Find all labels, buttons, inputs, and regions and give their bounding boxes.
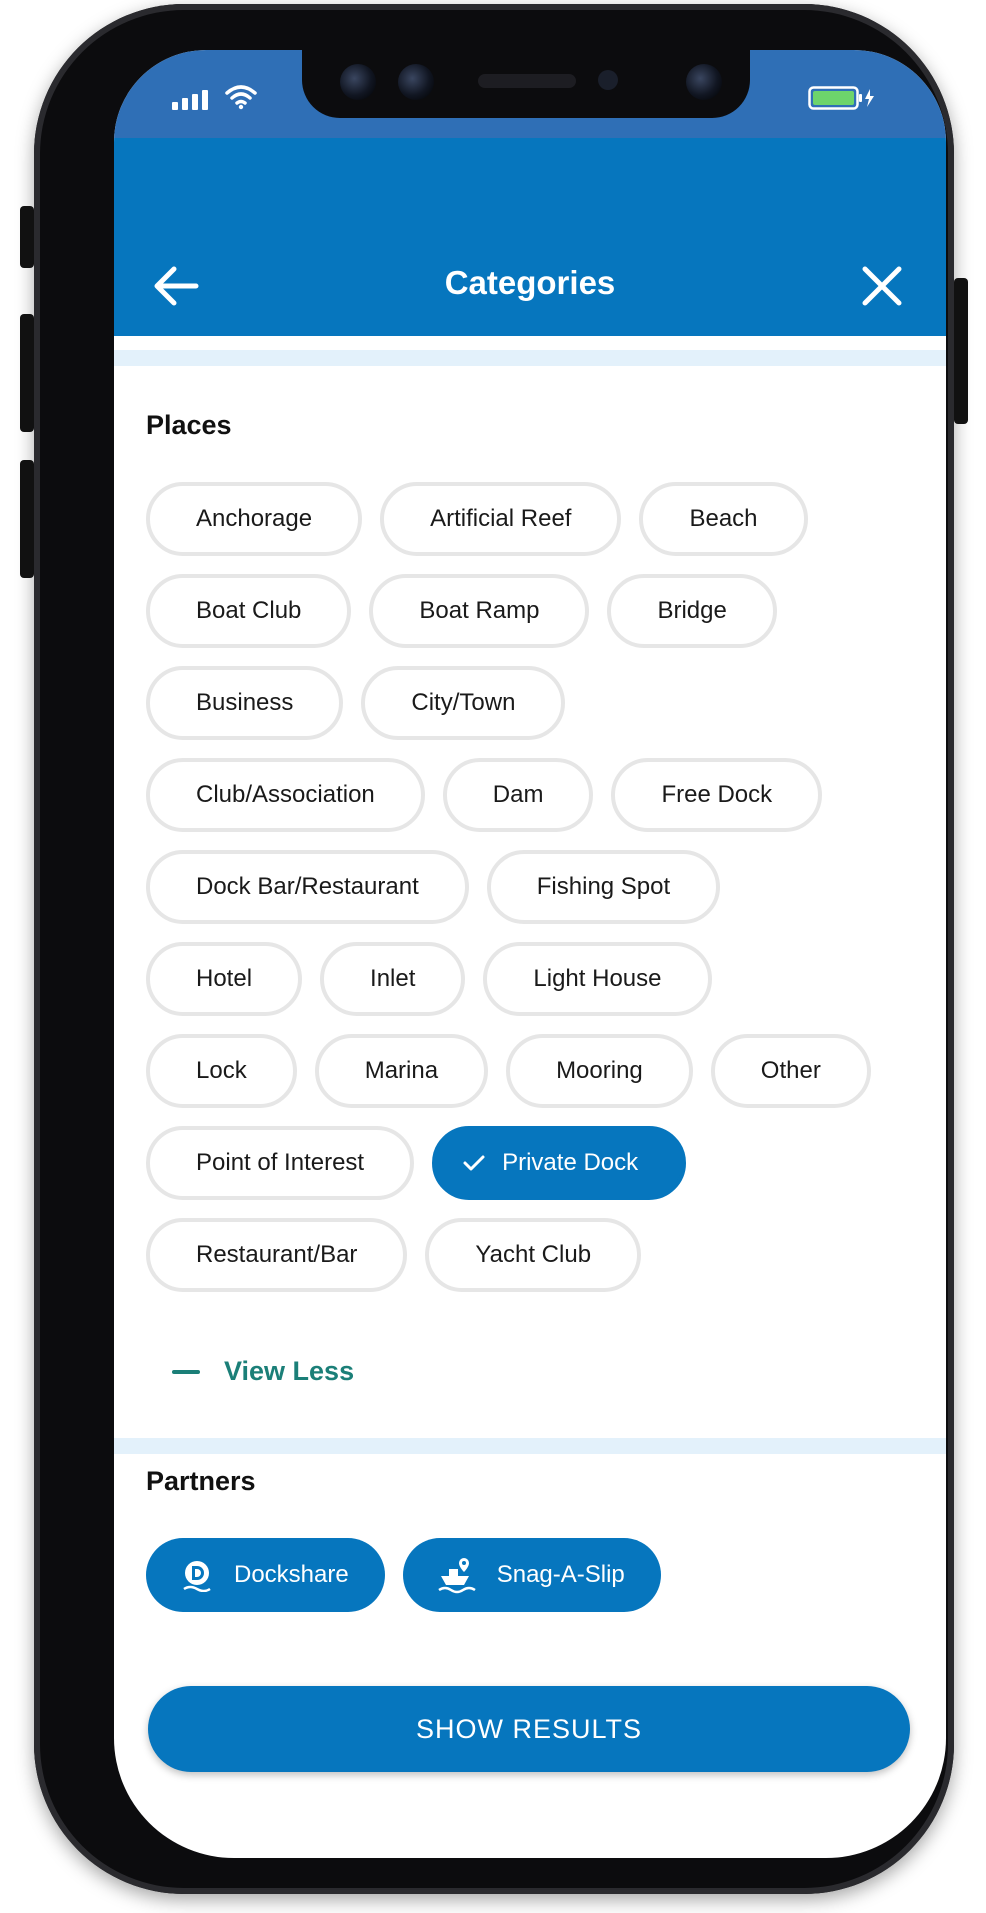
category-chip-business[interactable]: Business — [146, 666, 344, 740]
chip-row: Lock Marina Mooring Other — [146, 1034, 926, 1108]
category-chip-label: Lock — [196, 1057, 247, 1084]
app-screen: Categories Places Anchorage Artificial Re… — [114, 50, 946, 1858]
close-button[interactable] — [854, 258, 910, 314]
view-less-label: View Less — [224, 1356, 355, 1386]
category-chip-label: Business — [196, 689, 294, 716]
category-chip-label: Yacht Club — [475, 1241, 592, 1268]
category-chip-label: Fishing Spot — [536, 873, 671, 900]
partners-section-title: Partners — [146, 1466, 256, 1496]
category-chip-marina[interactable]: Marina — [314, 1034, 489, 1108]
category-chip-label: Private Dock — [502, 1149, 639, 1176]
places-chip-group: Anchorage Artificial Reef Beach Boat Club Bo… — [146, 482, 926, 1310]
category-chip-boat-club[interactable]: Boat Club — [146, 574, 352, 648]
volume-down-button — [20, 460, 34, 578]
category-chip-artificial-reef[interactable]: Artificial Reef — [380, 482, 622, 556]
category-chip-hotel[interactable]: Hotel — [146, 942, 303, 1016]
camera-lens-icon — [340, 64, 376, 100]
category-chip-label: Boat Club — [196, 597, 302, 624]
category-chip-bridge[interactable]: Bridge — [607, 574, 777, 648]
category-chip-label: Dam — [492, 781, 544, 808]
category-chip-label: Point of Interest — [196, 1149, 365, 1176]
category-chip-boat-ramp[interactable]: Boat Ramp — [369, 574, 590, 648]
wifi-icon — [225, 85, 257, 110]
partner-chip-snag-a-slip[interactable]: Snag-A-Slip — [402, 1538, 661, 1612]
category-chip-label: Dock Bar/Restaurant — [196, 873, 419, 900]
partner-chip-label: Snag-A-Slip — [496, 1561, 625, 1588]
category-chip-yacht-club[interactable]: Yacht Club — [425, 1218, 642, 1292]
chip-row: Club/Association Dam Free Dock — [146, 758, 926, 832]
category-chip-label: Anchorage — [196, 505, 313, 532]
battery-charging-icon — [808, 86, 874, 110]
category-chip-lock[interactable]: Lock — [146, 1034, 297, 1108]
chip-row: Anchorage Artificial Reef Beach — [146, 482, 926, 556]
category-chip-label: Inlet — [370, 965, 416, 992]
category-chip-anchorage[interactable]: Anchorage — [146, 482, 363, 556]
category-chip-label: Hotel — [196, 965, 253, 992]
category-chip-label: Bridge — [657, 597, 727, 624]
camera-lens-icon — [686, 64, 722, 100]
chip-row: Dock Bar/Restaurant Fishing Spot — [146, 850, 926, 924]
proximity-sensor — [598, 70, 618, 90]
dockshare-logo-icon — [180, 1558, 214, 1592]
category-chip-label: Mooring — [556, 1057, 643, 1084]
camera-notch — [302, 50, 750, 118]
partners-chip-group: Dockshare Snag-A-Slip — [146, 1538, 661, 1612]
checkmark-icon — [462, 1153, 486, 1173]
category-chip-label: Artificial Reef — [430, 505, 572, 532]
category-chip-label: Light House — [533, 965, 662, 992]
close-icon — [862, 266, 902, 306]
chip-row: Restaurant/Bar Yacht Club — [146, 1218, 926, 1292]
category-chip-city-town[interactable]: City/Town — [361, 666, 566, 740]
places-section-title: Places — [146, 410, 232, 440]
status-bar — [114, 50, 946, 138]
mute-switch — [20, 206, 34, 268]
boat-pin-icon — [437, 1556, 477, 1594]
category-chip-label: City/Town — [411, 689, 516, 716]
category-chip-inlet[interactable]: Inlet — [320, 942, 466, 1016]
phone-frame: Categories Places Anchorage Artificial Re… — [20, 4, 968, 1894]
category-chip-dock-bar-restaurant[interactable]: Dock Bar/Restaurant — [146, 850, 469, 924]
section-divider — [114, 350, 946, 366]
chip-row: Business City/Town — [146, 666, 926, 740]
category-chip-label: Marina — [364, 1057, 439, 1084]
category-chip-beach[interactable]: Beach — [639, 482, 808, 556]
chip-row: Boat Club Boat Ramp Bridge — [146, 574, 926, 648]
minus-icon — [172, 1369, 200, 1374]
category-chip-other[interactable]: Other — [710, 1034, 871, 1108]
chip-row: Hotel Inlet Light House — [146, 942, 926, 1016]
category-chip-private-dock[interactable]: Private Dock — [432, 1126, 687, 1200]
category-chip-label: Beach — [689, 505, 758, 532]
partner-chip-label: Dockshare — [234, 1561, 349, 1588]
category-chip-fishing-spot[interactable]: Fishing Spot — [486, 850, 721, 924]
partner-chip-dockshare[interactable]: Dockshare — [146, 1538, 385, 1612]
earpiece-speaker — [478, 74, 576, 88]
view-less-button[interactable]: View Less — [172, 1356, 354, 1387]
category-chip-label: Restaurant/Bar — [196, 1241, 358, 1268]
category-chip-light-house[interactable]: Light House — [483, 942, 712, 1016]
category-chip-club-association[interactable]: Club/Association — [146, 758, 425, 832]
category-chip-label: Other — [760, 1057, 821, 1084]
page-title: Categories — [444, 264, 616, 301]
category-chip-mooring[interactable]: Mooring — [506, 1034, 693, 1108]
cellular-signal-icon — [172, 90, 208, 110]
category-chip-restaurant-bar[interactable]: Restaurant/Bar — [146, 1218, 408, 1292]
camera-lens-icon — [398, 64, 434, 100]
category-chip-point-of-interest[interactable]: Point of Interest — [146, 1126, 415, 1200]
volume-up-button — [20, 314, 34, 432]
category-chip-label: Club/Association — [196, 781, 375, 808]
chip-row: Point of Interest Private Dock — [146, 1126, 926, 1200]
category-chip-label: Free Dock — [661, 781, 773, 808]
power-button — [954, 278, 968, 424]
section-divider — [114, 1438, 946, 1454]
category-chip-dam[interactable]: Dam — [442, 758, 594, 832]
app-header: Categories — [114, 138, 946, 336]
category-chip-free-dock[interactable]: Free Dock — [611, 758, 823, 832]
show-results-button[interactable]: SHOW RESULTS — [148, 1686, 910, 1772]
category-chip-label: Boat Ramp — [419, 597, 540, 624]
